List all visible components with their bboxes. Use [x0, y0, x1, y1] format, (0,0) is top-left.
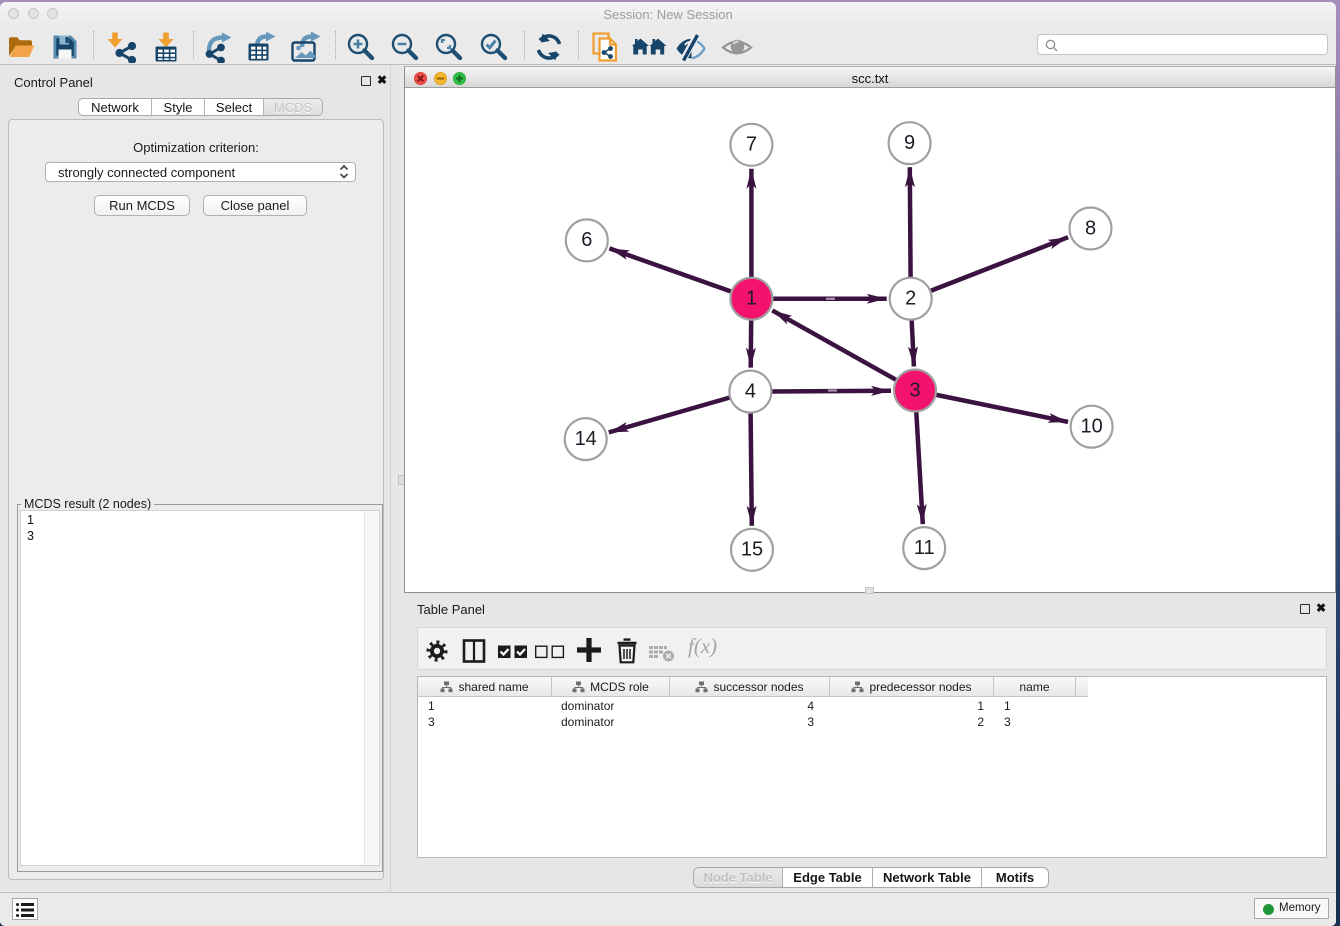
svg-text:6: 6 — [581, 229, 592, 251]
svg-text:3: 3 — [909, 379, 920, 401]
svg-text:8: 8 — [1085, 217, 1096, 239]
svg-text:11: 11 — [914, 537, 935, 559]
svg-text:15: 15 — [741, 539, 763, 561]
svg-text:4: 4 — [745, 380, 756, 402]
svg-text:7: 7 — [746, 134, 757, 156]
svg-text:2: 2 — [905, 288, 916, 310]
svg-text:14: 14 — [575, 428, 597, 450]
svg-text:9: 9 — [904, 132, 915, 154]
svg-text:10: 10 — [1080, 416, 1102, 438]
svg-text:1: 1 — [746, 288, 757, 310]
